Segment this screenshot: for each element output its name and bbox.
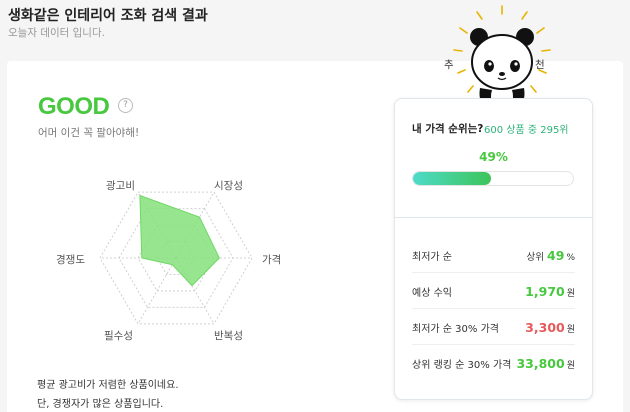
note-line-2: 단, 경쟁자가 많은 상품입니다. xyxy=(37,399,164,410)
rank-percent: 49% xyxy=(479,150,508,164)
rank-row-label: 상위 랭킹 순 30% 가격 xyxy=(412,359,512,371)
rank-row-prefix: 상위 xyxy=(526,251,545,263)
rank-detail: 600 상품 중 295위 xyxy=(484,125,569,136)
rank-row-number: 3,300 xyxy=(525,319,565,335)
rank-title: 내 가격 순위는? xyxy=(412,123,484,135)
radar-label: 경쟁도 xyxy=(56,254,85,266)
rank-row-unit: 원 xyxy=(566,324,575,335)
note-line-1: 평균 광고비가 저렴한 상품이네요. xyxy=(37,380,179,391)
rank-row: 최저가 순 상위 49% xyxy=(395,237,592,273)
rank-row-number: 33,800 xyxy=(516,355,565,371)
rank-row-value: 상위 49% xyxy=(527,248,575,263)
recommend-char-right: 천 xyxy=(535,59,545,71)
rank-row: 예상 수익 1,970 원 xyxy=(395,273,592,309)
rank-row-unit: % xyxy=(566,252,575,263)
rank-row-value: 33,800 원 xyxy=(516,356,575,371)
rank-row-value: 1,970 원 xyxy=(525,284,575,299)
page-title: 생화같은 인테리어 조화 검색 결과 xyxy=(8,8,208,24)
radar-label: 시장성 xyxy=(214,180,243,193)
panda-mascot-icon xyxy=(453,5,551,106)
rank-row-unit: 원 xyxy=(566,288,575,299)
radar-label: 필수성 xyxy=(104,329,133,342)
grade-comment: 어머 이건 꼭 팔아야해! xyxy=(38,127,140,139)
rank-row-label: 최저가 순 xyxy=(412,251,452,263)
rank-row-number: 1,970 xyxy=(525,283,565,299)
page-subtitle: 오늘자 데이터 입니다. xyxy=(8,27,105,39)
rank-progress-fill xyxy=(413,172,492,185)
grade-label: GOOD xyxy=(38,93,110,120)
radar-label: 가격 xyxy=(262,254,282,266)
rank-summary: 내 가격 순위는? 600 상품 중 295위 49% xyxy=(395,99,592,218)
rank-panel: 내 가격 순위는? 600 상품 중 295위 49% 최저가 순 상위 49% 예상… xyxy=(394,98,593,400)
rank-row: 최저가 순 30% 가격 3,300 원 xyxy=(395,309,592,345)
recommend-char-left: 추 xyxy=(444,59,454,71)
rank-row-unit: 원 xyxy=(566,360,575,371)
rank-row-value: 3,300 원 xyxy=(525,320,575,335)
radar-label: 반복성 xyxy=(214,329,243,342)
rank-row: 상위 랭킹 순 30% 가격 33,800 원 xyxy=(395,345,592,381)
radar-label: 광고비 xyxy=(106,180,135,193)
rank-row-label: 예상 수익 xyxy=(412,287,452,299)
help-icon[interactable]: ? xyxy=(118,98,133,113)
rank-row-number: 49 xyxy=(547,247,565,263)
rank-progress-bar xyxy=(412,171,574,186)
rank-row-label: 최저가 순 30% 가격 xyxy=(412,323,499,335)
